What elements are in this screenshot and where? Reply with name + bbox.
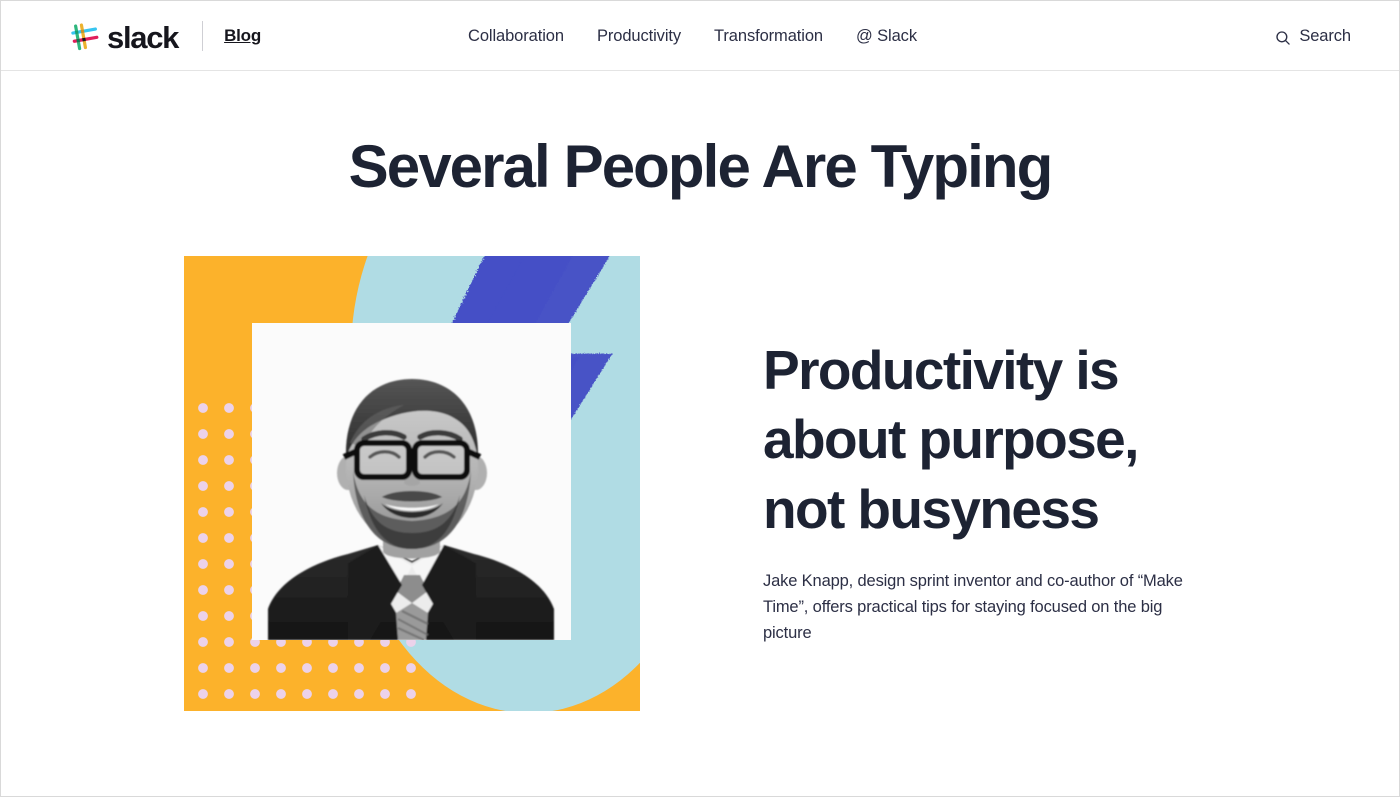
nav-item-transformation[interactable]: Transformation [714,27,823,46]
featured-post[interactable]: Productivity is about purpose, not busyn… [1,256,1399,711]
portrait-photo-card [252,323,571,640]
slack-hash-logo-icon [70,21,100,51]
featured-post-excerpt: Jake Knapp, design sprint inventor and c… [763,571,1183,643]
primary-nav: Collaboration Productivity Transformatio… [468,1,917,71]
blog-section-link[interactable]: Blog [224,26,261,46]
featured-post-artwork[interactable] [184,256,640,711]
brand-divider [202,21,204,51]
nav-item-productivity[interactable]: Productivity [597,27,681,46]
featured-post-headline[interactable]: Productivity is about purpose, not busyn… [763,336,1223,544]
nav-item-collaboration[interactable]: Collaboration [468,27,564,46]
slack-wordmark: slack [107,19,179,55]
page-root: slack Blog Collaboration Productivity Tr… [0,0,1400,797]
site-header: slack Blog Collaboration Productivity Tr… [1,1,1399,71]
page-title: Several People Are Typing [348,133,1054,200]
slack-home-link[interactable]: slack [70,19,179,55]
search-icon [1275,29,1291,45]
brand: slack Blog [70,1,261,71]
nav-item-at-slack[interactable]: @ Slack [856,27,917,46]
search-label: Search [1299,26,1351,45]
search-button[interactable]: Search [1275,1,1351,71]
featured-post-text: Productivity is about purpose, not busyn… [763,256,1223,711]
